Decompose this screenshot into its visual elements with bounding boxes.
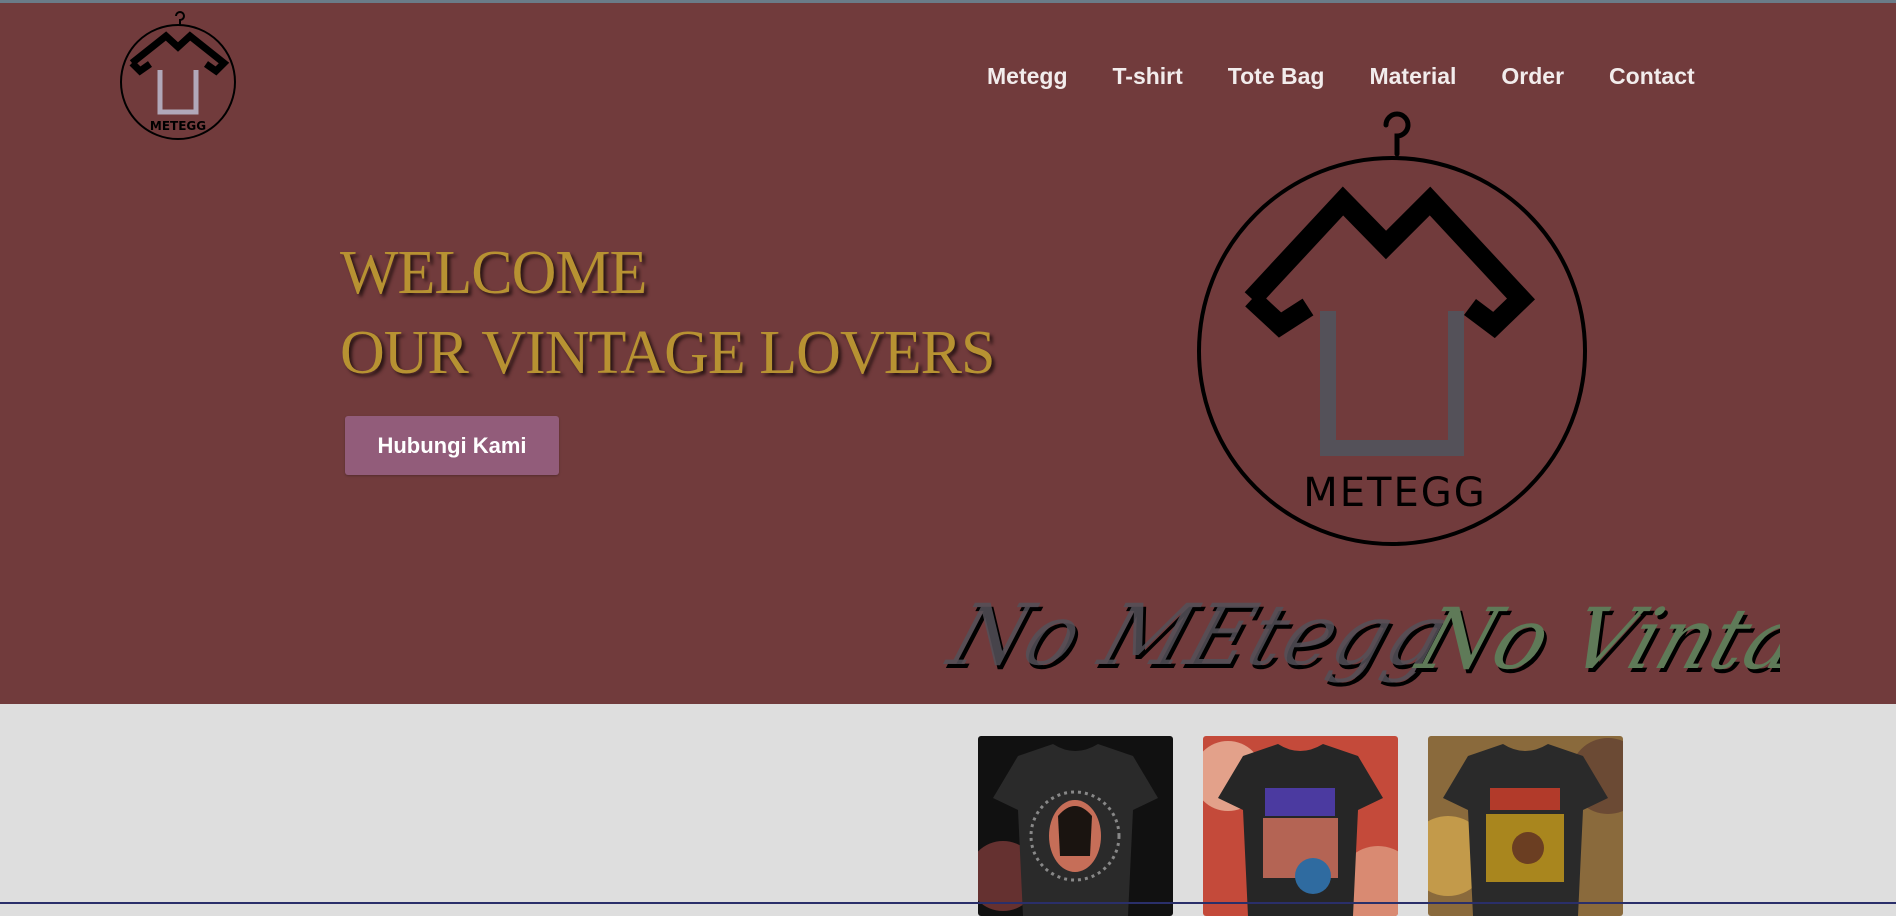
nav-item-tshirt[interactable]: T-shirt bbox=[1113, 63, 1183, 90]
hero-section: METEGG Metegg T-shirt Tote Bag Material … bbox=[0, 3, 1896, 704]
nav-item-contact[interactable]: Contact bbox=[1609, 63, 1695, 90]
brand-large-logo: METEGG bbox=[1197, 111, 1587, 546]
tshirt-image bbox=[978, 736, 1173, 916]
large-logo-text: METEGG bbox=[1303, 470, 1486, 516]
main-nav: Metegg T-shirt Tote Bag Material Order C… bbox=[987, 63, 1740, 90]
product-card-2[interactable] bbox=[1203, 736, 1398, 916]
product-card-1[interactable] bbox=[978, 736, 1173, 916]
nav-item-tote-bag[interactable]: Tote Bag bbox=[1228, 63, 1325, 90]
brand-logo-text: METEGG bbox=[150, 119, 206, 133]
contact-us-button[interactable]: Hubungi Kami bbox=[345, 416, 559, 475]
slogan-part2: No Vintage bbox=[1405, 591, 1780, 688]
tshirt-image bbox=[1203, 736, 1398, 916]
product-gallery bbox=[978, 736, 1623, 916]
nav-item-material[interactable]: Material bbox=[1369, 63, 1456, 90]
hero-title-line2: OUR VINTAGE LOVERS bbox=[340, 319, 995, 387]
tshirt-image bbox=[1428, 736, 1623, 916]
hero-title: WELCOME OUR VINTAGE LOVERS bbox=[340, 233, 995, 393]
hanger-shirt-logo-icon: METEGG bbox=[120, 11, 236, 140]
nav-item-order[interactable]: Order bbox=[1501, 63, 1564, 90]
hero-title-line1: WELCOME bbox=[340, 239, 647, 307]
product-card-3[interactable] bbox=[1428, 736, 1623, 916]
brand-logo[interactable]: METEGG bbox=[116, 7, 240, 143]
slogan-part1: No MEtegg bbox=[940, 587, 1459, 684]
hero-slogan: No MEtegg No MEtegg No Vintage No Vintag… bbox=[940, 587, 1780, 692]
nav-item-metegg[interactable]: Metegg bbox=[987, 63, 1068, 90]
